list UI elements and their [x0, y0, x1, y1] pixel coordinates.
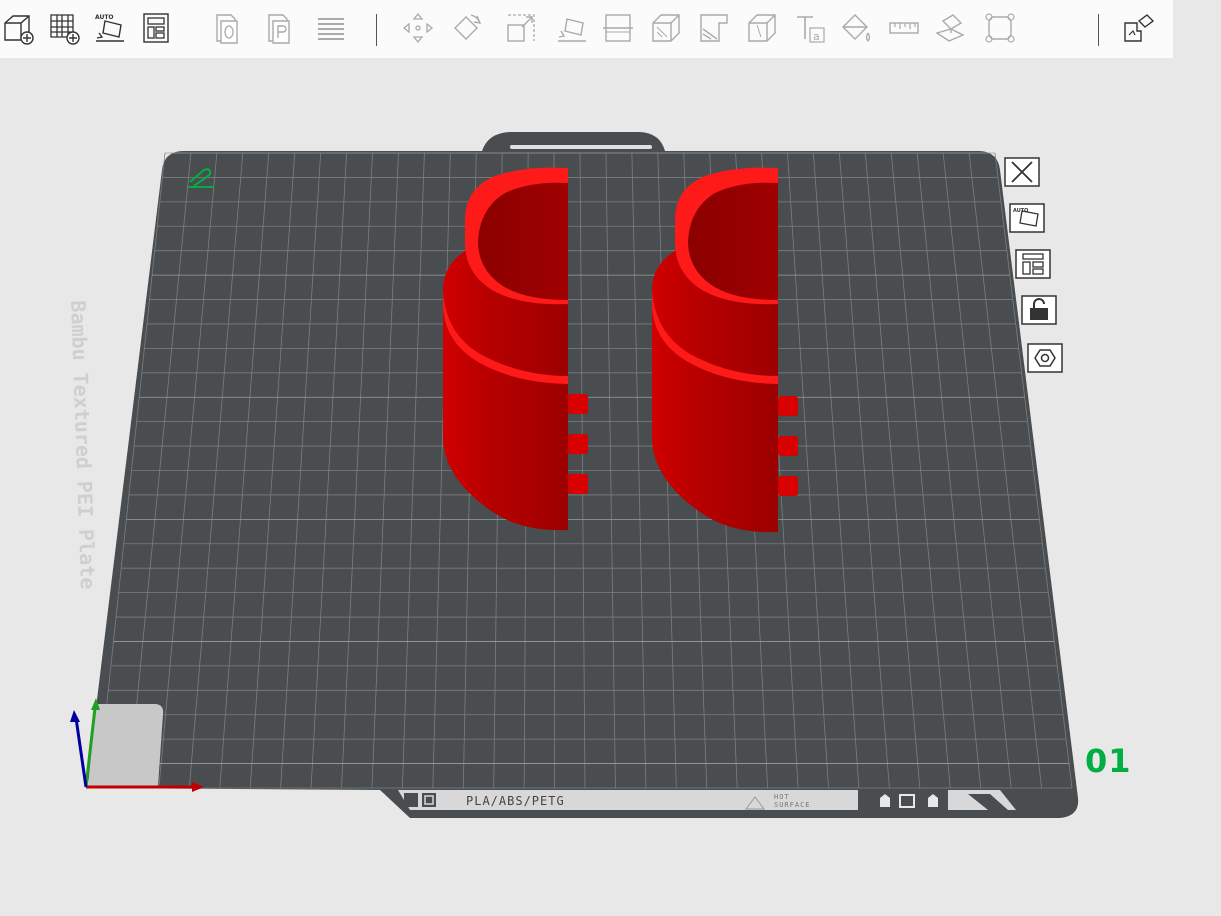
cube-plus-icon [4, 15, 34, 45]
add-plate-button[interactable] [46, 8, 82, 48]
arrange-icon [1015, 249, 1051, 279]
auto-orient-button[interactable]: AUTO [92, 8, 128, 48]
z-axis [74, 717, 88, 788]
arrange-button[interactable] [139, 8, 175, 48]
z-axis-arrow [70, 710, 80, 722]
model-2-tab-top [778, 396, 798, 416]
assembly-icon [935, 14, 965, 42]
support-paint-icon [652, 14, 680, 42]
variable-layer-button[interactable] [313, 8, 349, 48]
boolean-button[interactable] [744, 8, 780, 48]
cut-button[interactable] [600, 8, 636, 48]
lay-on-face-icon [558, 18, 586, 42]
hot-label-line2: SURFACE [774, 801, 811, 809]
scale-button[interactable] [503, 8, 539, 48]
move-button[interactable] [400, 8, 436, 48]
seam-paint-icon [700, 14, 728, 42]
auto-orient-icon: AUTO [95, 14, 124, 42]
plate-handle [510, 145, 652, 149]
fit-button[interactable] [982, 8, 1018, 48]
move-icon [402, 12, 434, 44]
hexagon-settings-icon [1027, 343, 1063, 373]
model-1-tab-middle [568, 434, 588, 454]
main-toolbar: AUTO a [0, 0, 1173, 58]
hot-label-line1: HOT [774, 793, 790, 801]
fit-icon [985, 13, 1015, 43]
scale-icon [507, 14, 535, 42]
support-paint-button[interactable] [648, 8, 684, 48]
assembly-button[interactable] [932, 8, 968, 48]
text-button[interactable]: a [792, 8, 828, 48]
model-2-tab-bottom [778, 476, 798, 496]
seam-paint-button[interactable] [696, 8, 732, 48]
layers-icon [318, 18, 344, 40]
color-paint-button[interactable] [838, 8, 874, 48]
toolbar-divider [1098, 14, 1099, 46]
auto-orient-plate-button[interactable]: AUTO [1006, 200, 1050, 238]
boolean-icon [748, 14, 776, 42]
assembly-view-button[interactable] [1120, 8, 1156, 48]
lock-plate-button[interactable] [1018, 292, 1062, 330]
lock-icon [1021, 295, 1057, 325]
assembly-view-icon [1124, 14, 1155, 42]
model-1-tab-top [568, 394, 588, 414]
plate-number[interactable]: 01 [1085, 742, 1132, 780]
lay-on-face-button[interactable] [554, 8, 590, 48]
grid-plus-icon [50, 14, 80, 45]
close-icon [1004, 157, 1040, 187]
split-objects-icon [216, 14, 238, 44]
3d-viewport[interactable]: AUTO [0, 58, 1221, 916]
model-2-tab-middle [778, 436, 798, 456]
hot-surface-label: HOT SURFACE [774, 793, 811, 809]
arrange-plate-button[interactable] [1012, 246, 1056, 284]
auto-orient-icon: AUTO [1009, 203, 1045, 233]
svg-text:a: a [813, 30, 820, 43]
model-1-tab-bottom [568, 474, 588, 494]
plate-settings-button[interactable] [1024, 340, 1068, 378]
edit-plate-name-icon[interactable] [186, 166, 216, 188]
split-parts-button[interactable] [262, 8, 298, 48]
origin-pad [88, 704, 164, 786]
toolbar-divider [376, 14, 377, 46]
svg-text:AUTO: AUTO [1013, 208, 1028, 214]
split-objects-button[interactable] [210, 8, 246, 48]
plate-filament-label: PLA/ABS/PETG [466, 794, 565, 808]
svg-text:AUTO: AUTO [95, 14, 114, 21]
rotate-button[interactable] [448, 8, 484, 48]
ruler-icon [889, 22, 919, 34]
plate-strip-icon-a [404, 793, 418, 807]
measure-button[interactable] [886, 8, 922, 48]
text-icon: a [797, 16, 825, 43]
cut-icon [603, 14, 633, 42]
plate-strip-icon-b [422, 793, 436, 807]
add-object-button[interactable] [0, 8, 36, 48]
arrange-icon [143, 13, 169, 43]
paint-bucket-icon [842, 14, 871, 42]
split-parts-icon [268, 14, 290, 44]
delete-plate-button[interactable] [1001, 154, 1045, 192]
rotate-icon [454, 14, 482, 40]
